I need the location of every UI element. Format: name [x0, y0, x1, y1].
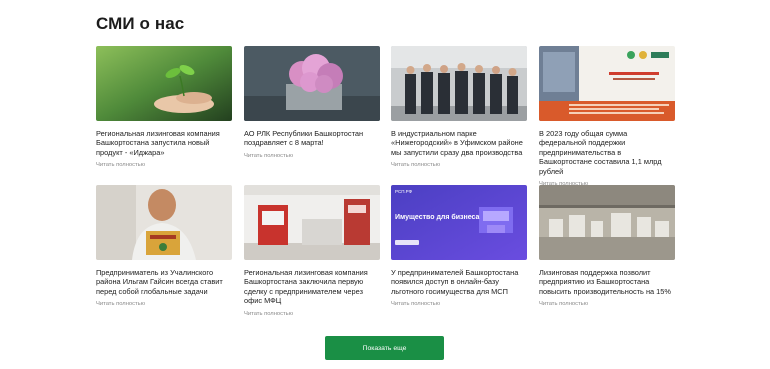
news-card-title: У предпринимателей Башкортостана появилс…	[391, 268, 519, 296]
read-more-link[interactable]: Читать полностью	[539, 301, 675, 307]
news-card[interactable]: Региональная лизинговая компания Башкорт…	[244, 185, 380, 317]
news-thumbnail-factory	[539, 185, 675, 260]
news-thumbnail-officials	[391, 46, 527, 121]
banner-heading-text: Имущество для бизнеса	[395, 213, 480, 221]
news-card[interactable]: Предприниматель из Учалинского района Ил…	[96, 185, 232, 307]
news-card[interactable]: В индустриальном парке «Нижегородский» в…	[391, 46, 527, 168]
news-thumbnail-plant	[96, 46, 232, 121]
news-card[interactable]: Лизинговая поддержка позволит предприяти…	[539, 185, 675, 307]
news-card-title: Региональная лизинговая компания Башкорт…	[96, 129, 220, 157]
banner-logo-text: РСП.РФ	[395, 189, 413, 194]
read-more-link[interactable]: Читать полностью	[391, 162, 527, 168]
read-more-link[interactable]: Читать полностью	[96, 301, 232, 307]
news-card-title: В индустриальном парке «Нижегородский» в…	[391, 129, 523, 157]
news-card-title: Региональная лизинговая компания Башкорт…	[244, 268, 368, 306]
news-thumbnail-entrepreneur	[96, 185, 232, 260]
news-card-title: Предприниматель из Учалинского района Ил…	[96, 268, 223, 296]
news-card-title: Лизинговая поддержка позволит предприяти…	[539, 268, 671, 296]
read-more-link[interactable]: Читать полностью	[96, 162, 232, 168]
news-card-title: В 2023 году общая сумма федеральной подд…	[539, 129, 662, 176]
news-thumbnail-flowers	[244, 46, 380, 121]
show-more-button[interactable]: Показать еще	[325, 336, 444, 360]
news-card[interactable]: РСП.РФ Имущество для бизнеса У предприни…	[391, 185, 527, 307]
news-thumbnail-infographic	[539, 46, 675, 121]
read-more-link[interactable]: Читать полностью	[244, 153, 380, 159]
section-title: СМИ о нас	[96, 14, 185, 33]
news-thumbnail-office	[244, 185, 380, 260]
news-card[interactable]: АО РЛК Республики Башкортостан поздравля…	[244, 46, 380, 159]
news-thumbnail-banner: РСП.РФ Имущество для бизнеса	[391, 185, 527, 260]
news-card[interactable]: В 2023 году общая сумма федеральной подд…	[539, 46, 675, 187]
read-more-link[interactable]: Читать полностью	[391, 301, 527, 307]
news-card-title: АО РЛК Республики Башкортостан поздравля…	[244, 129, 364, 148]
read-more-link[interactable]: Читать полностью	[244, 311, 380, 317]
news-card[interactable]: Региональная лизинговая компания Башкорт…	[96, 46, 232, 168]
